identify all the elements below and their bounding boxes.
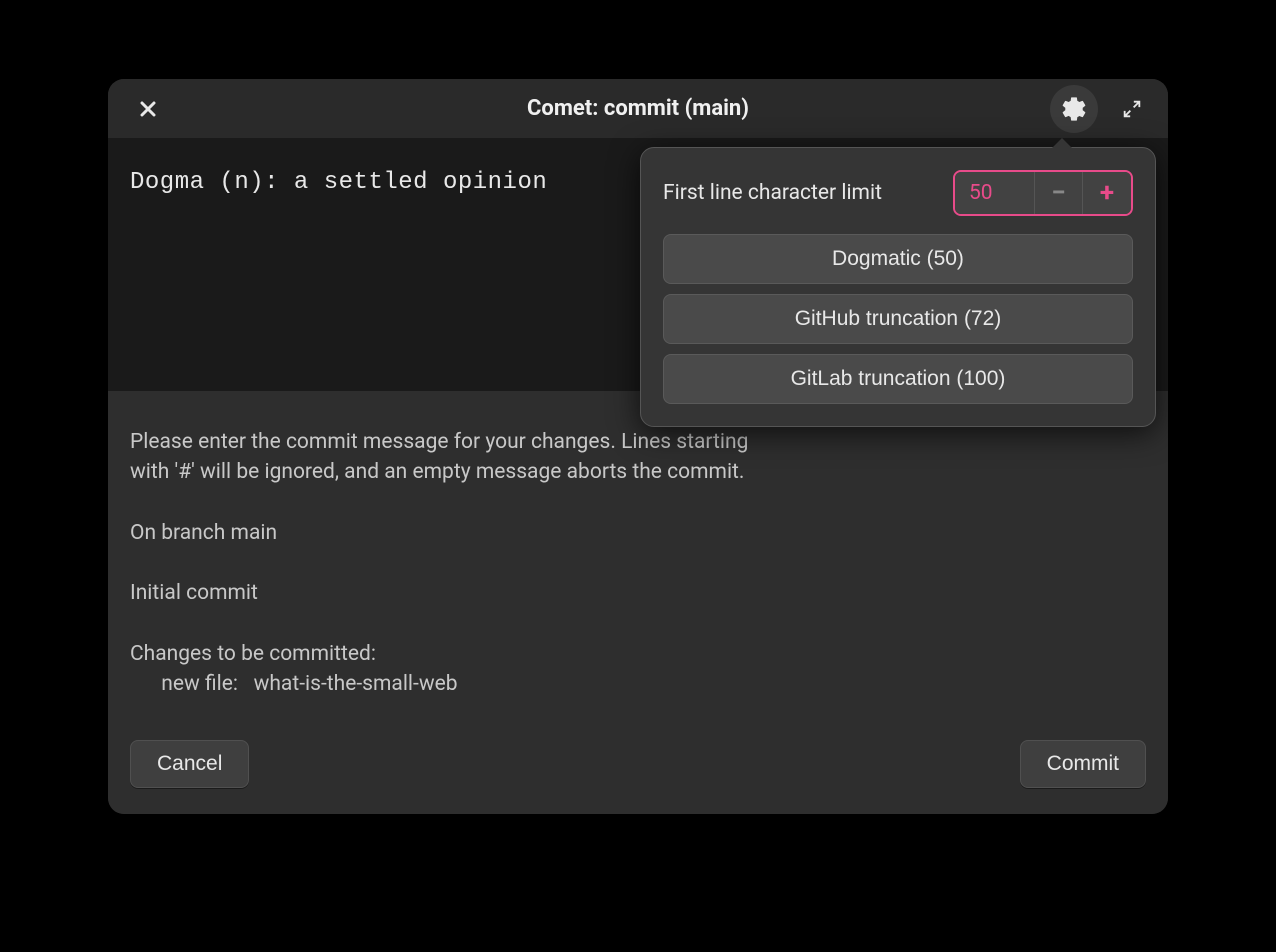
expand-button[interactable] (1112, 89, 1152, 129)
settings-popover: First line character limit 50 − + Dogmat… (640, 147, 1156, 427)
gear-icon (1060, 95, 1088, 123)
limit-row: First line character limit 50 − + (663, 170, 1133, 216)
commit-message-text: Dogma (n): a settled opinion (130, 169, 547, 196)
info-status: Initial commit (130, 578, 1146, 608)
decrement-button[interactable]: − (1035, 172, 1083, 214)
limit-value[interactable]: 50 (955, 172, 1035, 214)
preset-gitlab-button[interactable]: GitLab truncation (100) (663, 354, 1133, 404)
settings-button[interactable] (1050, 85, 1098, 133)
info-hint-line-2: with '#' will be ignored, and an empty m… (130, 457, 1146, 487)
info-changes-item: new file: what-is-the-small-web (130, 669, 1146, 699)
minus-icon: − (1051, 178, 1065, 208)
button-bar: Cancel Commit (108, 720, 1168, 814)
info-branch: On branch main (130, 518, 1146, 548)
titlebar: Comet: commit (main) (108, 79, 1168, 139)
info-hint-line-1: Please enter the commit message for your… (130, 427, 1146, 457)
commit-button[interactable]: Commit (1020, 740, 1146, 788)
commit-window: Comet: commit (main) Dogma (n): a settle… (108, 79, 1168, 814)
line-limit-stepper: 50 − + (953, 170, 1133, 216)
close-icon (140, 101, 156, 117)
cancel-button[interactable]: Cancel (130, 740, 249, 788)
expand-icon (1121, 98, 1143, 120)
preset-github-button[interactable]: GitHub truncation (72) (663, 294, 1133, 344)
info-changes-header: Changes to be committed: (130, 639, 1146, 669)
preset-dogmatic-button[interactable]: Dogmatic (50) (663, 234, 1133, 284)
commit-info-panel: Please enter the commit message for your… (108, 391, 1168, 720)
limit-label: First line character limit (663, 181, 882, 205)
increment-button[interactable]: + (1083, 172, 1131, 214)
window-title: Comet: commit (main) (527, 96, 749, 121)
close-button[interactable] (128, 89, 168, 129)
plus-icon: + (1100, 178, 1114, 208)
